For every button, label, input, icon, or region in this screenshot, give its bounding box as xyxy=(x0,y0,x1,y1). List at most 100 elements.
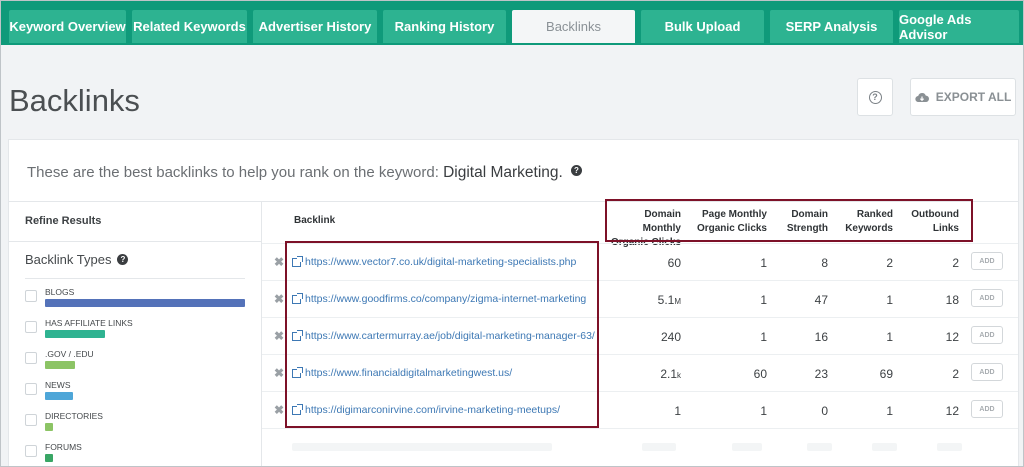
cell-page-clicks: 1 xyxy=(760,330,767,344)
external-link-icon xyxy=(292,329,303,341)
type-count-bar xyxy=(45,423,53,431)
cell-page-clicks: 60 xyxy=(753,367,767,381)
cell-value: 5.1 xyxy=(657,293,675,307)
export-all-button[interactable]: EXPORT ALL xyxy=(910,78,1016,116)
cell-domain-clicks: 60 xyxy=(621,256,681,270)
col-domain-strength: Domain Strength xyxy=(778,208,828,236)
type-checkbox[interactable] xyxy=(25,414,37,426)
cell-outbound: 2 xyxy=(952,256,959,270)
col-ranked-keywords-line1: Ranked xyxy=(856,209,893,220)
tab-google-ads-advisor[interactable]: Google Ads Advisor xyxy=(899,10,1019,43)
type-count-bar xyxy=(45,330,105,338)
add-button[interactable]: ADD xyxy=(971,326,1003,344)
cell-strength: 0 xyxy=(821,404,828,418)
backlink-link[interactable]: https://digimarconirvine.com/irvine-mark… xyxy=(292,403,561,416)
tab-serp-analysis[interactable]: SERP Analysis xyxy=(770,10,893,43)
tab-keyword-overview[interactable]: Keyword Overview xyxy=(9,10,126,43)
cell-ranked: 1 xyxy=(886,330,893,344)
backlink-types-divider xyxy=(25,278,245,279)
tab-ranking-history[interactable]: Ranking History xyxy=(383,10,506,43)
backlink-url: https://www.cartermurray.ae/job/digital-… xyxy=(305,330,595,342)
col-domain-monthly-clicks-line1: Domain Monthly xyxy=(642,209,681,234)
add-button[interactable]: ADD xyxy=(971,363,1003,381)
cell-value: 1 xyxy=(674,404,681,418)
backlink-link[interactable]: https://www.goodfirms.co/company/zigma-i… xyxy=(292,292,587,305)
type-checkbox[interactable] xyxy=(25,290,37,302)
table-row: ✖ https://www.goodfirms.co/company/zigma-… xyxy=(262,280,1018,317)
type-count-bar xyxy=(45,454,53,462)
backlink-type-item[interactable]: FORUMS xyxy=(25,442,255,466)
backlink-type-item[interactable]: DIRECTORIES xyxy=(25,411,255,439)
external-link-icon xyxy=(292,403,303,415)
col-page-monthly-clicks-line2: Organic Clicks xyxy=(696,223,767,234)
type-count-bar xyxy=(45,392,73,400)
tab-related-keywords[interactable]: Related Keywords xyxy=(132,10,247,43)
cell-ranked: 1 xyxy=(886,404,893,418)
backlink-type-item[interactable]: BLOGS xyxy=(25,287,255,315)
cell-strength: 16 xyxy=(814,330,828,344)
question-circle-icon: ? xyxy=(868,90,882,104)
type-label: HAS AFFILIATE LINKS xyxy=(45,318,133,328)
col-outbound-links: Outbound Links xyxy=(908,208,959,236)
placeholder-bar xyxy=(807,443,832,451)
remove-icon[interactable]: ✖ xyxy=(274,255,284,269)
backlink-link[interactable]: https://www.cartermurray.ae/job/digital-… xyxy=(292,329,595,342)
add-button[interactable]: ADD xyxy=(971,400,1003,418)
cell-ranked: 69 xyxy=(879,367,893,381)
tab-advertiser-history[interactable]: Advertiser History xyxy=(253,10,377,43)
col-page-monthly-clicks: Page Monthly Organic Clicks xyxy=(695,208,767,236)
backlink-url: https://digimarconirvine.com/irvine-mark… xyxy=(305,404,561,416)
col-domain-strength-line2: Strength xyxy=(786,223,828,234)
add-button[interactable]: ADD xyxy=(971,252,1003,270)
type-label: FORUMS xyxy=(45,442,82,452)
placeholder-bar xyxy=(732,443,762,451)
remove-icon[interactable]: ✖ xyxy=(274,292,284,306)
question-circle-icon[interactable]: ? xyxy=(117,254,129,265)
external-link-icon xyxy=(292,255,303,267)
type-checkbox[interactable] xyxy=(25,383,37,395)
cell-strength: 47 xyxy=(814,293,828,307)
placeholder-bar xyxy=(937,443,962,451)
table-row: ✖ https://www.vector7.co.uk/digital-marke… xyxy=(262,243,1018,280)
backlinks-panel: These are the best backlinks to help you… xyxy=(8,139,1019,466)
cell-outbound: 2 xyxy=(952,367,959,381)
type-label: NEWS xyxy=(45,380,71,390)
col-ranked-keywords: Ranked Keywords xyxy=(841,208,893,236)
col-outbound-links-line1: Outbound xyxy=(911,209,959,220)
cell-page-clicks: 1 xyxy=(760,293,767,307)
remove-icon[interactable]: ✖ xyxy=(274,329,284,343)
table-row-placeholder xyxy=(262,428,1018,465)
cloud-download-icon xyxy=(915,92,929,102)
question-circle-icon[interactable]: ? xyxy=(571,165,582,176)
backlink-link[interactable]: https://www.financialdigitalmarketingwes… xyxy=(292,366,513,379)
type-label: .GOV / .EDU xyxy=(45,349,94,359)
cell-outbound: 12 xyxy=(945,404,959,418)
cell-ranked: 1 xyxy=(886,293,893,307)
help-button[interactable]: ? xyxy=(857,78,893,116)
tab-bulk-upload[interactable]: Bulk Upload xyxy=(641,10,764,43)
remove-icon[interactable]: ✖ xyxy=(274,403,284,417)
backlink-url: https://www.financialdigitalmarketingwes… xyxy=(305,367,513,379)
type-checkbox[interactable] xyxy=(25,321,37,333)
backlink-types-label: Backlink Types xyxy=(25,252,112,267)
placeholder-bar xyxy=(292,443,552,451)
cell-value: 2.1 xyxy=(660,367,677,381)
app-frame: Keyword Overview Related Keywords Advert… xyxy=(0,0,1024,467)
cell-domain-clicks: 2.1k xyxy=(621,367,681,381)
placeholder-bar xyxy=(642,443,676,451)
backlink-type-item[interactable]: .GOV / .EDU xyxy=(25,349,255,377)
remove-icon[interactable]: ✖ xyxy=(274,366,284,380)
backlink-link[interactable]: https://www.vector7.co.uk/digital-market… xyxy=(292,255,577,268)
table-row: ✖ https://www.cartermurray.ae/job/digital… xyxy=(262,317,1018,354)
backlink-type-item[interactable]: HAS AFFILIATE LINKS xyxy=(25,318,255,346)
type-checkbox[interactable] xyxy=(25,445,37,457)
add-button[interactable]: ADD xyxy=(971,289,1003,307)
placeholder-bar xyxy=(872,443,897,451)
backlink-url: https://www.goodfirms.co/company/zigma-i… xyxy=(305,293,587,305)
type-checkbox[interactable] xyxy=(25,352,37,364)
tab-backlinks[interactable]: Backlinks xyxy=(512,10,635,43)
cell-value: 240 xyxy=(660,330,681,344)
backlink-type-item[interactable]: NEWS xyxy=(25,380,255,408)
refine-results-title: Refine Results xyxy=(25,215,102,227)
backlink-url: https://www.vector7.co.uk/digital-market… xyxy=(305,256,577,268)
